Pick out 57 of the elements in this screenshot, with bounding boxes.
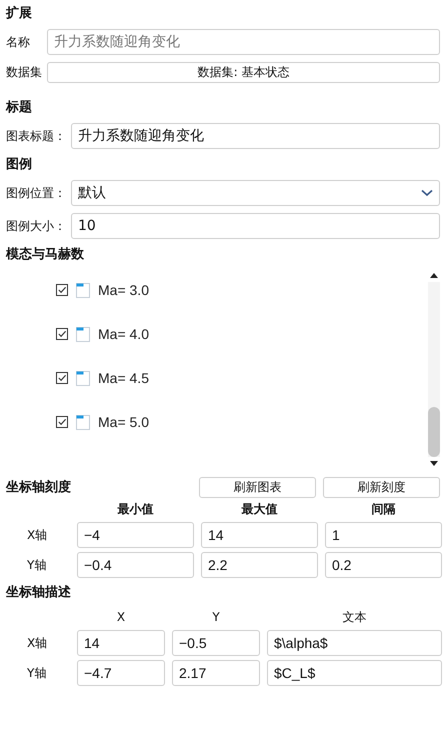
column-header: Y bbox=[211, 609, 221, 626]
window-icon bbox=[76, 370, 90, 386]
field-label: 图例位置： bbox=[6, 184, 67, 202]
field-label: 数据集 bbox=[6, 64, 43, 81]
column-header: 最大值 bbox=[240, 501, 278, 518]
row-label: X轴 bbox=[26, 634, 48, 652]
row-label: X轴 bbox=[26, 526, 48, 544]
scroll-down-icon[interactable] bbox=[429, 461, 439, 467]
checkbox[interactable] bbox=[56, 328, 68, 340]
row-label: Y轴 bbox=[26, 556, 48, 574]
column-header: 间隔 bbox=[370, 501, 396, 518]
section-heading: 坐标轴描述 bbox=[6, 584, 72, 602]
column-header: 最小值 bbox=[116, 501, 154, 518]
section-heading: 坐标轴刻度 bbox=[6, 478, 72, 496]
window-icon bbox=[76, 282, 90, 298]
axis-label-field[interactable]: −0.5 bbox=[172, 630, 260, 656]
refresh-button[interactable]: 刷新刻度 bbox=[323, 477, 440, 498]
mode-label: Ma= 5.0 bbox=[98, 414, 149, 430]
tick-field[interactable]: 14 bbox=[201, 522, 318, 548]
column-header: 文本 bbox=[342, 609, 368, 626]
checkbox[interactable] bbox=[56, 284, 68, 296]
row-label: Y轴 bbox=[26, 664, 48, 682]
tick-field[interactable]: 2.2 bbox=[201, 552, 318, 578]
mode-label: Ma= 4.0 bbox=[98, 326, 149, 342]
field-label: 名称 bbox=[6, 34, 31, 50]
tick-field[interactable]: −4 bbox=[77, 522, 194, 548]
legend-position-dropdown[interactable]: 默认 bbox=[71, 180, 440, 206]
legend-size-field[interactable]: 10 bbox=[71, 213, 440, 239]
window-icon bbox=[76, 326, 90, 342]
name-field[interactable]: 升力系数随迎角变化 bbox=[47, 29, 440, 55]
mode-label: Ma= 3.0 bbox=[98, 282, 149, 298]
column-header: X bbox=[116, 609, 126, 626]
tick-field[interactable]: −0.4 bbox=[77, 552, 194, 578]
field-label: 图例大小： bbox=[6, 218, 67, 234]
chart-title-field[interactable]: 升力系数随迎角变化 bbox=[71, 123, 440, 149]
axis-label-field[interactable]: 2.17 bbox=[172, 660, 260, 686]
window-icon bbox=[76, 414, 90, 430]
field-label: 图表标题： bbox=[6, 128, 67, 144]
axis-label-field[interactable]: −4.7 bbox=[77, 660, 165, 686]
axis-label-field[interactable]: $C_L$ bbox=[267, 660, 442, 686]
section-heading: 图例 bbox=[6, 156, 33, 174]
section-heading: 模态与马赫数 bbox=[6, 246, 85, 264]
chevron-down-icon bbox=[421, 189, 433, 197]
section-heading: 标题 bbox=[6, 99, 33, 117]
axis-label-field[interactable]: $\alpha$ bbox=[267, 630, 442, 656]
scroll-up-icon[interactable] bbox=[429, 272, 439, 278]
scrollbar-thumb[interactable] bbox=[428, 407, 440, 457]
tick-field[interactable]: 0.2 bbox=[325, 552, 442, 578]
tick-field[interactable]: 1 bbox=[325, 522, 442, 548]
axis-label-field[interactable]: 14 bbox=[77, 630, 165, 656]
dataset-button[interactable]: 数据集: 基本状态 bbox=[47, 62, 440, 83]
refresh-button[interactable]: 刷新图表 bbox=[199, 477, 316, 498]
checkbox[interactable] bbox=[56, 372, 68, 384]
section-heading: 扩展 bbox=[6, 5, 33, 23]
scrollbar-track[interactable] bbox=[428, 282, 440, 457]
checkbox[interactable] bbox=[56, 416, 68, 428]
mode-label: Ma= 4.5 bbox=[98, 370, 149, 386]
